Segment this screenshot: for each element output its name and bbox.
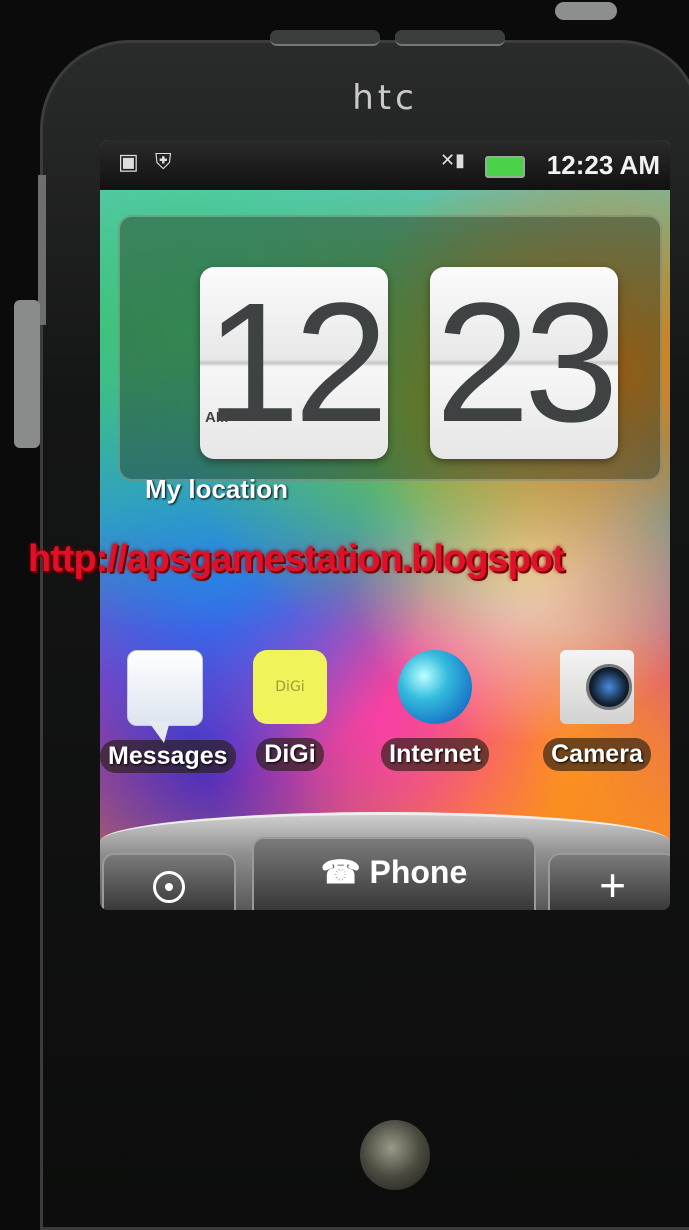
phone-button[interactable]: ☎ Phone [252,837,536,910]
camera-icon [560,650,634,724]
status-time: 12:23 AM [546,150,660,180]
clock-minute-digits: 23 [435,268,618,458]
app-label: Messages [100,740,236,773]
volume-button[interactable] [14,300,40,448]
app-digi[interactable]: DiGi DiGi [225,650,355,771]
apps-circle-icon [153,871,185,903]
earpiece [395,30,505,46]
app-camera[interactable]: Camera [532,650,662,771]
phone-icon: ☎ [320,854,361,890]
signal-icon: ✕▮ [440,150,465,171]
clock-minute: 23 [430,267,619,459]
globe-icon [398,650,472,724]
add-button[interactable]: + [548,853,670,910]
dock: ☎ Phone + [100,812,670,910]
earpiece [270,30,380,46]
battery-icon [485,156,525,178]
phone-label: Phone [369,854,468,890]
clock-hour: 12 [200,267,389,459]
app-label: Internet [381,738,489,771]
camera-lens [586,664,632,710]
status-bar: ▣ ⛨ ✕▮ 12:23 AM [100,140,670,190]
app-label: Camera [543,738,651,771]
notification-icon: ▣ [118,150,139,175]
all-apps-button[interactable] [102,853,236,910]
weather-location[interactable]: My location [145,474,288,505]
home-screen: ▣ ⛨ ✕▮ 12:23 AM 12 23 AM My location Mes… [100,140,670,910]
messages-icon [127,650,203,743]
top-light [555,2,617,20]
app-messages[interactable]: Messages [100,650,236,773]
clock-hour-digits: 12 [205,268,388,458]
clock-widget[interactable]: 12 23 AM My location [118,215,662,504]
watermark-text: http://apsgamestation.blogspot [28,538,565,580]
clock-ampm: AM [205,409,229,426]
soft-keys [100,960,670,1060]
digi-icon: DiGi [253,650,327,724]
app-internet[interactable]: Internet [370,650,500,771]
trackball-button[interactable] [360,1120,430,1190]
plus-icon: + [599,859,626,910]
app-label: DiGi [256,738,324,771]
brand-logo: htc [352,78,418,118]
shield-icon: ⛨ [155,150,172,175]
